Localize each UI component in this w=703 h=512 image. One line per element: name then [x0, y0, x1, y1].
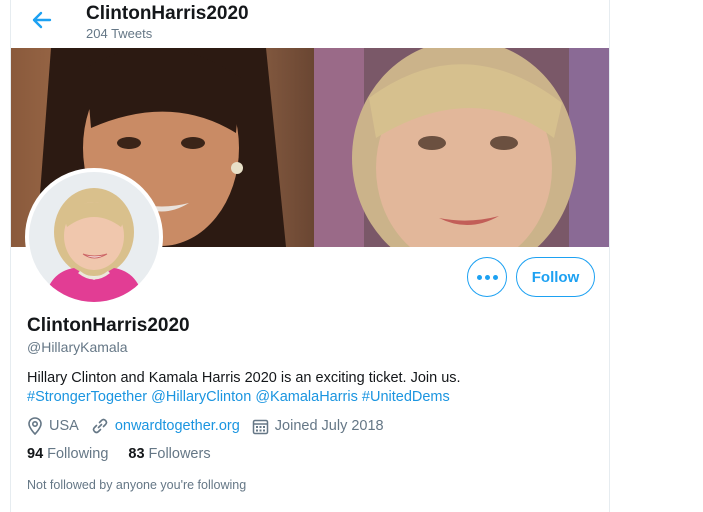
- calendar-icon: [252, 419, 269, 434]
- avatar-photo: [29, 172, 159, 302]
- profile-location: USA: [27, 417, 79, 435]
- followers-label: Followers: [148, 446, 211, 462]
- profile-topbar: ClintonHarris2020 204 Tweets: [11, 0, 609, 48]
- following-count: 94: [27, 446, 44, 462]
- more-dots-icon: [476, 274, 498, 280]
- banner-photo-right: [314, 48, 609, 247]
- following-stat[interactable]: 94 Following: [27, 446, 108, 462]
- back-button[interactable]: [28, 6, 56, 34]
- followers-stat[interactable]: 83 Followers: [128, 446, 210, 462]
- tweet-count: 204 Tweets: [86, 26, 153, 41]
- profile-joined: Joined July 2018: [252, 418, 384, 435]
- profile-avatar[interactable]: [25, 168, 163, 306]
- profile-display-name: ClintonHarris2020: [27, 315, 190, 336]
- followers-count: 83: [128, 446, 145, 462]
- arrow-left-icon: [32, 11, 52, 29]
- bio-tag-hillaryclinton[interactable]: @HillaryClinton: [151, 389, 251, 405]
- following-label: Following: [47, 446, 109, 462]
- profile-handle: @HillaryKamala: [27, 339, 128, 355]
- profile-meta: USA onwardtogether.org Joined July 2018: [27, 416, 396, 436]
- location-pin-icon: [28, 417, 42, 435]
- profile-bio: Hillary Clinton and Kamala Harris 2020 i…: [27, 369, 587, 407]
- bio-tags: #StrongerTogether @HillaryClinton @Kamal…: [27, 388, 587, 407]
- bio-tag-uniteddems[interactable]: #UnitedDems: [362, 389, 450, 405]
- bio-tag-kamalaharris[interactable]: @KamalaHarris: [255, 389, 358, 405]
- joined-text: Joined July 2018: [274, 418, 384, 434]
- link-icon: [92, 418, 108, 434]
- profile-column: ClintonHarris2020 204 Tweets Follow Clin…: [10, 0, 610, 512]
- bio-text: Hillary Clinton and Kamala Harris 2020 i…: [27, 370, 461, 386]
- followed-by-note: Not followed by anyone you're following: [27, 478, 247, 492]
- topbar-title: ClintonHarris2020: [86, 3, 249, 24]
- follow-button[interactable]: Follow: [516, 257, 595, 297]
- website-link[interactable]: onwardtogether.org: [115, 418, 240, 434]
- profile-website[interactable]: onwardtogether.org: [91, 417, 240, 435]
- profile-stats: 94 Following 83 Followers: [27, 446, 231, 462]
- bio-tag-strongertogether[interactable]: #StrongerTogether: [27, 389, 147, 405]
- location-text: USA: [49, 418, 79, 434]
- more-options-button[interactable]: [467, 257, 507, 297]
